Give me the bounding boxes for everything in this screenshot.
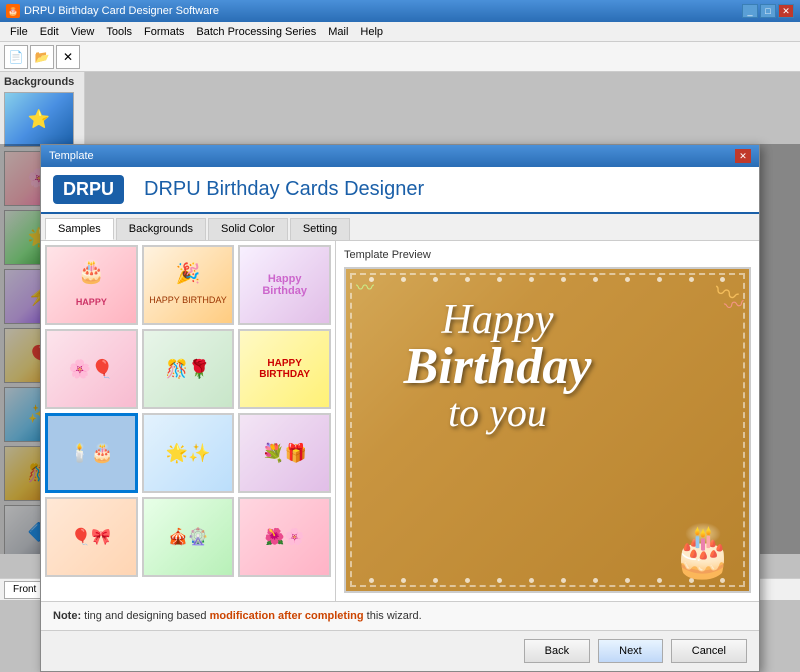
template-item-6[interactable]: HAPPYBIRTHDAY (238, 329, 331, 409)
template-preview-area: Template Preview (336, 241, 759, 601)
tab-solid-color[interactable]: Solid Color (208, 218, 288, 240)
note-suffix: this wizard. (367, 610, 422, 622)
window-controls: _ □ ✕ (742, 4, 794, 18)
modal-buttons: Back Next Cancel (41, 630, 759, 671)
note-highlighted: modification after completing (210, 610, 364, 622)
template-item-5[interactable]: 🎊🌹 (142, 329, 235, 409)
tab-setting[interactable]: Setting (290, 218, 350, 240)
open-button[interactable]: 📂 (30, 45, 54, 69)
preview-dots-row (346, 277, 749, 282)
minimize-button[interactable]: _ (742, 4, 758, 18)
background-thumbnail-1[interactable]: ⭐ (4, 92, 74, 147)
template-item-2[interactable]: 🎉HAPPY BIRTHDAY (142, 245, 235, 325)
sidebar-title: Backgrounds (4, 76, 80, 88)
template-item-11[interactable]: 🎪🎡 (142, 497, 235, 577)
preview-happy: Happy (366, 299, 629, 341)
menu-tools[interactable]: Tools (100, 24, 138, 40)
menu-edit[interactable]: Edit (34, 24, 65, 40)
modal-title-bar: Template ✕ (41, 145, 759, 167)
drpu-header: DRPU DRPU Birthday Cards Designer (41, 167, 759, 214)
tab-backgrounds[interactable]: Backgrounds (116, 218, 206, 240)
modal-tabs: Samples Backgrounds Solid Color Setting (41, 214, 759, 241)
template-item-3[interactable]: HappyBirthday (238, 245, 331, 325)
back-button[interactable]: Back (524, 639, 590, 663)
modal-content: 🎂HAPPY 🎉HAPPY BIRTHDAY HappyBirthday 🌸🎈 (41, 241, 759, 601)
preview-toyou: to you (366, 393, 629, 433)
title-bar: 🎂 DRPU Birthday Card Designer Software _… (0, 0, 800, 22)
preview-streamer-3: 〰 (356, 274, 374, 300)
cancel-button[interactable]: Cancel (671, 639, 747, 663)
menu-mail[interactable]: Mail (322, 24, 354, 40)
note-main: ting and designing based (84, 610, 209, 622)
app-icon: 🎂 (6, 4, 20, 18)
app-title: DRPU Birthday Card Designer Software (24, 5, 219, 17)
template-grid: 🎂HAPPY 🎉HAPPY BIRTHDAY HappyBirthday 🌸🎈 (45, 245, 331, 577)
template-item-1[interactable]: 🎂HAPPY (45, 245, 138, 325)
template-grid-area: 🎂HAPPY 🎉HAPPY BIRTHDAY HappyBirthday 🌸🎈 (41, 241, 336, 601)
tab-samples[interactable]: Samples (45, 218, 114, 240)
menu-view[interactable]: View (65, 24, 101, 40)
preview-cake-icon: 🎂 (672, 522, 734, 581)
modal-close-button[interactable]: ✕ (735, 149, 751, 163)
menu-bar: File Edit View Tools Formats Batch Proce… (0, 22, 800, 42)
drpu-logo: DRPU (53, 175, 124, 204)
template-item-8[interactable]: 🌟✨ (142, 413, 235, 493)
close-toolbar-button[interactable]: ✕ (56, 45, 80, 69)
modal-overlay: Template ✕ DRPU DRPU Birthday Cards Desi… (0, 144, 800, 554)
template-modal: Template ✕ DRPU DRPU Birthday Cards Desi… (40, 144, 760, 672)
template-item-12[interactable]: 🌺🌸 (238, 497, 331, 577)
note-bar: Note: ting and designing based modificat… (41, 601, 759, 630)
note-prefix: Note: (53, 610, 84, 622)
menu-batch[interactable]: Batch Processing Series (190, 24, 322, 40)
new-button[interactable]: 📄 (4, 45, 28, 69)
next-button[interactable]: Next (598, 639, 663, 663)
close-button[interactable]: ✕ (778, 4, 794, 18)
template-item-9[interactable]: 💐🎁 (238, 413, 331, 493)
template-item-10[interactable]: 🎈🎀 (45, 497, 138, 577)
preview-birthday: Birthday (366, 341, 629, 393)
toolbar: 📄 📂 ✕ (0, 42, 800, 72)
menu-formats[interactable]: Formats (138, 24, 190, 40)
menu-file[interactable]: File (4, 24, 34, 40)
template-item-7-selected[interactable]: 🕯️🎂 (45, 413, 138, 493)
drpu-title: DRPU Birthday Cards Designer (144, 178, 424, 201)
preview-birthday-text-block: Happy Birthday to you (366, 299, 629, 433)
maximize-button[interactable]: □ (760, 4, 776, 18)
preview-image: 〰 〰 〰 Happy Birthday to you 🎂 (344, 267, 751, 593)
menu-help[interactable]: Help (354, 24, 389, 40)
modal-title: Template (49, 150, 94, 162)
preview-label: Template Preview (344, 249, 751, 261)
template-item-4[interactable]: 🌸🎈 (45, 329, 138, 409)
